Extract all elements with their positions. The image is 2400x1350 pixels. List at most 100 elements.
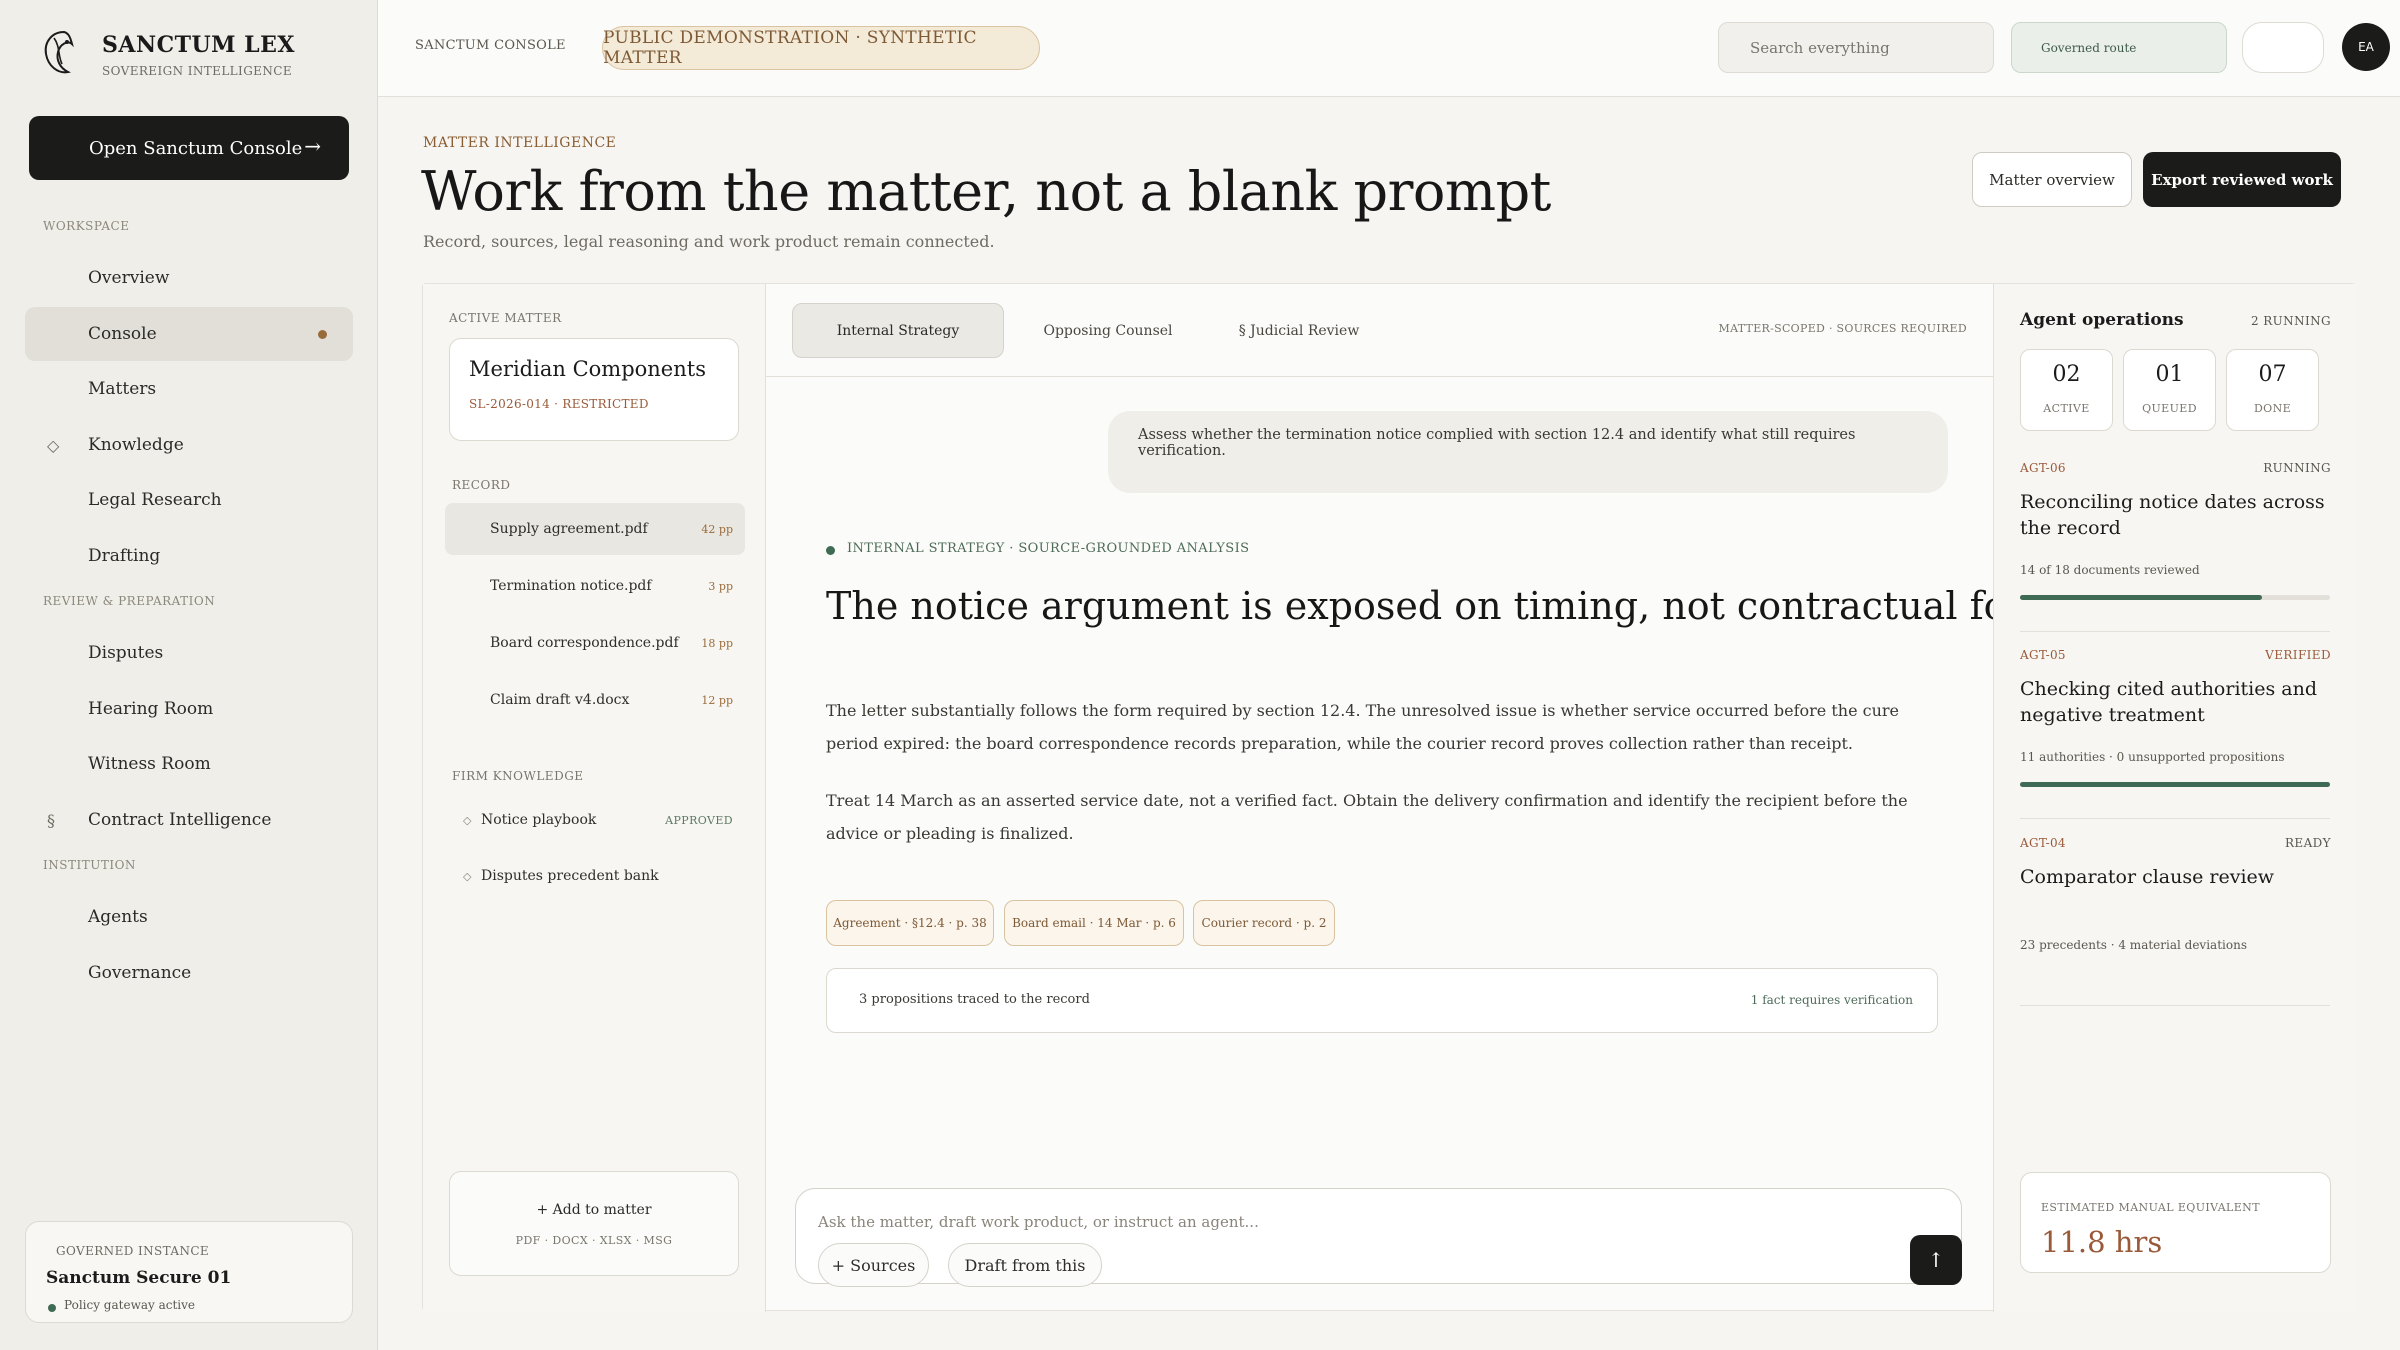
nav-section-review: REVIEW & PREPARATION — [43, 594, 216, 608]
active-matter-card[interactable]: Meridian Components SL-2026-014 · RESTRI… — [449, 338, 739, 441]
record-pages: 18 pp — [701, 636, 733, 650]
agent-progress-fill — [2020, 595, 2262, 600]
stat-number: 07 — [2258, 362, 2287, 387]
status-dot-icon — [48, 1304, 56, 1312]
nav-item-overview[interactable]: Overview — [25, 251, 353, 305]
nav-item-label: Knowledge — [88, 435, 184, 455]
stat-done: 07 DONE — [2226, 349, 2319, 431]
nav-item-knowledge[interactable]: ◇ Knowledge — [25, 418, 353, 472]
agent-status: RUNNING — [2263, 461, 2331, 475]
divider — [2020, 1005, 2330, 1006]
demo-badge: PUBLIC DEMONSTRATION · SYNTHETIC MATTER — [602, 26, 1040, 70]
instance-label: GOVERNED INSTANCE — [56, 1244, 210, 1258]
knowledge-item[interactable]: ◇ Disputes precedent bank — [445, 856, 745, 896]
nav-item-drafting[interactable]: Drafting — [25, 529, 353, 583]
agent-progress-text: 11 authorities · 0 unsupported propositi… — [2020, 750, 2285, 764]
answer-paragraph: Treat 14 March as an asserted service da… — [826, 791, 1908, 843]
knowledge-item[interactable]: ◇ Notice playbook APPROVED — [445, 800, 745, 840]
arrow-up-icon: ↑ — [1927, 1248, 1945, 1272]
divider — [2020, 818, 2330, 819]
record-label: RECORD — [452, 478, 511, 492]
citation-chip[interactable]: Board email · 14 Mar · p. 6 — [1004, 900, 1184, 946]
nav-item-legal-research[interactable]: Legal Research — [25, 473, 353, 527]
record-item[interactable]: Board correspondence.pdf 18 pp — [445, 617, 745, 669]
console-label: SANCTUM CONSOLE — [415, 38, 566, 53]
nav-item-agents[interactable]: Agents — [25, 890, 353, 944]
governed-route-selector[interactable]: Governed route — [2011, 22, 2227, 73]
tab-internal-strategy[interactable]: Internal Strategy — [792, 303, 1004, 358]
export-button[interactable]: Export reviewed work — [2143, 152, 2341, 207]
diamond-icon: ◇ — [463, 869, 472, 883]
citation-chip[interactable]: Courier record · p. 2 — [1193, 900, 1335, 946]
add-sources-button[interactable]: + Sources — [818, 1243, 929, 1287]
status-dot-icon — [826, 546, 835, 555]
agent-progress-text: 23 precedents · 4 material deviations — [2020, 938, 2247, 952]
record-name: Termination notice.pdf — [490, 578, 652, 594]
add-to-matter-dropzone[interactable]: + Add to matter PDF · DOCX · XLSX · MSG — [449, 1171, 739, 1276]
trace-summary: 3 propositions traced to the record 1 fa… — [826, 968, 1938, 1033]
matter-name: Meridian Components — [469, 357, 706, 381]
agent-ops-title: Agent operations — [2020, 310, 2184, 330]
nav-item-console[interactable]: Console — [25, 307, 353, 361]
matter-overview-button[interactable]: Matter overview — [1972, 152, 2132, 207]
record-name: Board correspondence.pdf — [490, 635, 679, 651]
search-input[interactable]: Search everything — [1718, 22, 1994, 73]
diamond-icon: ◇ — [463, 813, 472, 827]
record-pages: 12 pp — [701, 693, 733, 707]
stat-label: QUEUED — [2142, 402, 2197, 415]
nav-item-hearing-room[interactable]: Hearing Room — [25, 682, 353, 736]
stat-label: ACTIVE — [2043, 402, 2090, 415]
nav-item-label: Legal Research — [88, 490, 222, 510]
citation-chip[interactable]: Agreement · §12.4 · p. 38 — [826, 900, 994, 946]
agent-operations-panel: Agent operations 2 RUNNING 02 ACTIVE 01 … — [1993, 284, 2357, 1312]
nav-item-label: Drafting — [88, 546, 161, 566]
open-console-button[interactable]: Open Sanctum Console → — [29, 116, 349, 180]
record-pages: 42 pp — [701, 522, 733, 536]
estimate-value: 11.8 hrs — [2041, 1225, 2163, 1259]
composer-input[interactable]: Ask the matter, draft work product, or i… — [795, 1188, 1962, 1287]
agent-task-title[interactable]: Comparator clause review — [2020, 864, 2330, 890]
section-icon: § — [47, 810, 55, 830]
page-subtitle: Record, sources, legal reasoning and wor… — [423, 232, 995, 251]
record-item[interactable]: Supply agreement.pdf 42 pp — [445, 503, 745, 555]
nav-item-disputes[interactable]: Disputes — [25, 626, 353, 680]
verification-note[interactable]: 1 fact requires verification — [1751, 993, 1913, 1007]
stat-number: 02 — [2052, 362, 2081, 387]
estimate-label: ESTIMATED MANUAL EQUIVALENT — [2041, 1201, 2260, 1214]
stat-active: 02 ACTIVE — [2020, 349, 2113, 431]
stat-label: DONE — [2253, 402, 2292, 415]
record-name: Claim draft v4.docx — [490, 692, 630, 708]
governed-instance-card: GOVERNED INSTANCE Sanctum Secure 01 Poli… — [25, 1221, 353, 1323]
mode-tabs: Internal Strategy Opposing Counsel § Jud… — [766, 284, 1993, 377]
agent-id: AGT-06 — [2020, 461, 2066, 475]
nav-item-label: Matters — [88, 379, 157, 399]
trace-count: 3 propositions traced to the record — [859, 992, 1090, 1007]
sidebar: SANCTUM LEX SOVEREIGN INTELLIGENCE Open … — [0, 0, 378, 1350]
agent-progress-text: 14 of 18 documents reviewed — [2020, 563, 2200, 577]
agent-task-title[interactable]: Checking cited authorities and negative … — [2020, 676, 2330, 728]
toggle-button[interactable] — [2242, 22, 2324, 73]
avatar[interactable]: EA — [2342, 23, 2390, 71]
record-item[interactable]: Claim draft v4.docx 12 pp — [445, 674, 745, 726]
matter-column: ACTIVE MATTER Meridian Components SL-202… — [423, 284, 766, 1312]
draft-from-this-button[interactable]: Draft from this — [948, 1243, 1102, 1287]
record-item[interactable]: Termination notice.pdf 3 pp — [445, 560, 745, 612]
nav-item-contract-intelligence[interactable]: § Contract Intelligence — [25, 793, 353, 847]
open-console-label: Open Sanctum Console — [89, 137, 303, 159]
agent-id: AGT-05 — [2020, 648, 2066, 662]
nav-item-governance[interactable]: Governance — [25, 946, 353, 1000]
nav-item-label: Overview — [88, 268, 170, 288]
nav-item-label: Disputes — [88, 643, 164, 663]
agent-progress-bar — [2020, 782, 2330, 787]
answer-heading: The notice argument is exposed on timing… — [826, 584, 2073, 628]
send-button[interactable]: ↑ — [1910, 1235, 1962, 1285]
nav-item-matters[interactable]: Matters — [25, 362, 353, 416]
brand-subtitle: SOVEREIGN INTELLIGENCE — [102, 64, 292, 78]
composer-placeholder: Ask the matter, draft work product, or i… — [818, 1213, 1259, 1231]
nav-item-witness-room[interactable]: Witness Room — [25, 737, 353, 791]
tab-judicial-review[interactable]: § Judicial Review — [1214, 303, 1384, 358]
agent-task-title[interactable]: Reconciling notice dates across the reco… — [2020, 489, 2330, 541]
page-title: Work from the matter, not a blank prompt — [421, 160, 1551, 223]
knowledge-name: Notice playbook — [481, 812, 597, 828]
tab-opposing-counsel[interactable]: Opposing Counsel — [1018, 303, 1198, 358]
